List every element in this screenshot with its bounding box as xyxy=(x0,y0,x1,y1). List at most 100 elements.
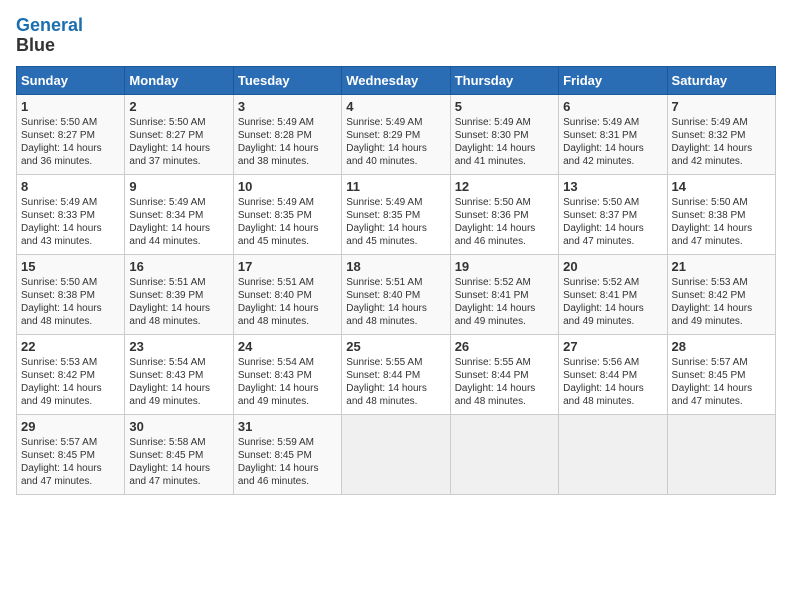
day-info: Sunrise: 5:54 AMSunset: 8:43 PMDaylight:… xyxy=(129,356,228,408)
day-number: 11 xyxy=(346,179,445,194)
day-number: 4 xyxy=(346,99,445,114)
calendar-cell: 10 Sunrise: 5:49 AMSunset: 8:35 PMDayligh… xyxy=(233,174,341,254)
day-number: 8 xyxy=(21,179,120,194)
calendar-cell: 7 Sunrise: 5:49 AMSunset: 8:32 PMDaylight… xyxy=(667,94,775,174)
weekday-header: Tuesday xyxy=(233,66,341,94)
day-info: Sunrise: 5:55 AMSunset: 8:44 PMDaylight:… xyxy=(455,356,554,408)
calendar-table: SundayMondayTuesdayWednesdayThursdayFrid… xyxy=(16,66,776,495)
calendar-cell: 16 Sunrise: 5:51 AMSunset: 8:39 PMDayligh… xyxy=(125,254,233,334)
day-info: Sunrise: 5:53 AMSunset: 8:42 PMDaylight:… xyxy=(21,356,120,408)
day-info: Sunrise: 5:56 AMSunset: 8:44 PMDaylight:… xyxy=(563,356,662,408)
day-info: Sunrise: 5:49 AMSunset: 8:35 PMDaylight:… xyxy=(238,196,337,248)
day-number: 19 xyxy=(455,259,554,274)
calendar-cell: 30 Sunrise: 5:58 AMSunset: 8:45 PMDayligh… xyxy=(125,414,233,494)
weekday-header: Friday xyxy=(559,66,667,94)
day-number: 24 xyxy=(238,339,337,354)
calendar-cell xyxy=(559,414,667,494)
day-info: Sunrise: 5:49 AMSunset: 8:33 PMDaylight:… xyxy=(21,196,120,248)
weekday-header: Saturday xyxy=(667,66,775,94)
calendar-cell: 4 Sunrise: 5:49 AMSunset: 8:29 PMDaylight… xyxy=(342,94,450,174)
day-number: 9 xyxy=(129,179,228,194)
calendar-cell: 9 Sunrise: 5:49 AMSunset: 8:34 PMDaylight… xyxy=(125,174,233,254)
day-number: 30 xyxy=(129,419,228,434)
day-info: Sunrise: 5:50 AMSunset: 8:27 PMDaylight:… xyxy=(129,116,228,168)
day-number: 5 xyxy=(455,99,554,114)
day-number: 17 xyxy=(238,259,337,274)
day-number: 26 xyxy=(455,339,554,354)
logo: General Blue xyxy=(16,16,83,56)
calendar-cell: 15Sunrise: 5:50 AMSunset: 8:38 PMDayligh… xyxy=(17,254,125,334)
calendar-cell: 31 Sunrise: 5:59 AMSunset: 8:45 PMDayligh… xyxy=(233,414,341,494)
day-number: 25 xyxy=(346,339,445,354)
day-info: Sunrise: 5:59 AMSunset: 8:45 PMDaylight:… xyxy=(238,436,337,488)
day-info: Sunrise: 5:51 AMSunset: 8:40 PMDaylight:… xyxy=(238,276,337,328)
day-info: Sunrise: 5:49 AMSunset: 8:32 PMDaylight:… xyxy=(672,116,771,168)
day-number: 18 xyxy=(346,259,445,274)
day-number: 16 xyxy=(129,259,228,274)
day-info: Sunrise: 5:57 AMSunset: 8:45 PMDaylight:… xyxy=(672,356,771,408)
weekday-header: Thursday xyxy=(450,66,558,94)
day-info: Sunrise: 5:49 AMSunset: 8:31 PMDaylight:… xyxy=(563,116,662,168)
day-info: Sunrise: 5:49 AMSunset: 8:34 PMDaylight:… xyxy=(129,196,228,248)
day-info: Sunrise: 5:57 AMSunset: 8:45 PMDaylight:… xyxy=(21,436,120,488)
calendar-week-row: 1Sunrise: 5:50 AMSunset: 8:27 PMDaylight… xyxy=(17,94,776,174)
calendar-cell: 5Sunrise: 5:49 AMSunset: 8:30 PMDaylight… xyxy=(450,94,558,174)
calendar-cell: 22Sunrise: 5:53 AMSunset: 8:42 PMDayligh… xyxy=(17,334,125,414)
calendar-cell: 6 Sunrise: 5:49 AMSunset: 8:31 PMDaylight… xyxy=(559,94,667,174)
day-number: 31 xyxy=(238,419,337,434)
day-info: Sunrise: 5:52 AMSunset: 8:41 PMDaylight:… xyxy=(563,276,662,328)
calendar-cell: 26 Sunrise: 5:55 AMSunset: 8:44 PMDayligh… xyxy=(450,334,558,414)
day-info: Sunrise: 5:51 AMSunset: 8:39 PMDaylight:… xyxy=(129,276,228,328)
logo-text: General Blue xyxy=(16,16,83,56)
day-info: Sunrise: 5:50 AMSunset: 8:37 PMDaylight:… xyxy=(563,196,662,248)
calendar-cell: 23 Sunrise: 5:54 AMSunset: 8:43 PMDayligh… xyxy=(125,334,233,414)
day-info: Sunrise: 5:55 AMSunset: 8:44 PMDaylight:… xyxy=(346,356,445,408)
day-number: 15 xyxy=(21,259,120,274)
day-number: 6 xyxy=(563,99,662,114)
calendar-cell: 12 Sunrise: 5:50 AMSunset: 8:36 PMDayligh… xyxy=(450,174,558,254)
calendar-cell: 1Sunrise: 5:50 AMSunset: 8:27 PMDaylight… xyxy=(17,94,125,174)
weekday-header: Sunday xyxy=(17,66,125,94)
calendar-cell: 19 Sunrise: 5:52 AMSunset: 8:41 PMDayligh… xyxy=(450,254,558,334)
calendar-cell: 2Sunrise: 5:50 AMSunset: 8:27 PMDaylight… xyxy=(125,94,233,174)
calendar-cell: 3Sunrise: 5:49 AMSunset: 8:28 PMDaylight… xyxy=(233,94,341,174)
calendar-cell: 13 Sunrise: 5:50 AMSunset: 8:37 PMDayligh… xyxy=(559,174,667,254)
calendar-week-row: 29Sunrise: 5:57 AMSunset: 8:45 PMDayligh… xyxy=(17,414,776,494)
calendar-week-row: 22Sunrise: 5:53 AMSunset: 8:42 PMDayligh… xyxy=(17,334,776,414)
day-number: 20 xyxy=(563,259,662,274)
day-number: 21 xyxy=(672,259,771,274)
calendar-body: 1Sunrise: 5:50 AMSunset: 8:27 PMDaylight… xyxy=(17,94,776,494)
day-number: 14 xyxy=(672,179,771,194)
calendar-cell: 25 Sunrise: 5:55 AMSunset: 8:44 PMDayligh… xyxy=(342,334,450,414)
day-number: 28 xyxy=(672,339,771,354)
calendar-header: SundayMondayTuesdayWednesdayThursdayFrid… xyxy=(17,66,776,94)
day-info: Sunrise: 5:49 AMSunset: 8:29 PMDaylight:… xyxy=(346,116,445,168)
day-number: 23 xyxy=(129,339,228,354)
calendar-cell: 11 Sunrise: 5:49 AMSunset: 8:35 PMDayligh… xyxy=(342,174,450,254)
page-header: General Blue xyxy=(16,16,776,56)
day-number: 3 xyxy=(238,99,337,114)
calendar-week-row: 15Sunrise: 5:50 AMSunset: 8:38 PMDayligh… xyxy=(17,254,776,334)
calendar-cell xyxy=(450,414,558,494)
day-info: Sunrise: 5:52 AMSunset: 8:41 PMDaylight:… xyxy=(455,276,554,328)
calendar-cell: 18 Sunrise: 5:51 AMSunset: 8:40 PMDayligh… xyxy=(342,254,450,334)
day-info: Sunrise: 5:51 AMSunset: 8:40 PMDaylight:… xyxy=(346,276,445,328)
weekday-header: Monday xyxy=(125,66,233,94)
day-info: Sunrise: 5:50 AMSunset: 8:38 PMDaylight:… xyxy=(672,196,771,248)
weekday-header: Wednesday xyxy=(342,66,450,94)
calendar-cell: 27Sunrise: 5:56 AMSunset: 8:44 PMDayligh… xyxy=(559,334,667,414)
day-number: 13 xyxy=(563,179,662,194)
day-info: Sunrise: 5:49 AMSunset: 8:35 PMDaylight:… xyxy=(346,196,445,248)
calendar-cell xyxy=(342,414,450,494)
day-number: 12 xyxy=(455,179,554,194)
day-number: 7 xyxy=(672,99,771,114)
calendar-cell: 20 Sunrise: 5:52 AMSunset: 8:41 PMDayligh… xyxy=(559,254,667,334)
day-info: Sunrise: 5:50 AMSunset: 8:27 PMDaylight:… xyxy=(21,116,120,168)
day-info: Sunrise: 5:50 AMSunset: 8:36 PMDaylight:… xyxy=(455,196,554,248)
calendar-cell: 28 Sunrise: 5:57 AMSunset: 8:45 PMDayligh… xyxy=(667,334,775,414)
day-info: Sunrise: 5:53 AMSunset: 8:42 PMDaylight:… xyxy=(672,276,771,328)
day-info: Sunrise: 5:58 AMSunset: 8:45 PMDaylight:… xyxy=(129,436,228,488)
day-number: 10 xyxy=(238,179,337,194)
calendar-cell: 21 Sunrise: 5:53 AMSunset: 8:42 PMDayligh… xyxy=(667,254,775,334)
calendar-cell: 8 Sunrise: 5:49 AMSunset: 8:33 PMDaylight… xyxy=(17,174,125,254)
